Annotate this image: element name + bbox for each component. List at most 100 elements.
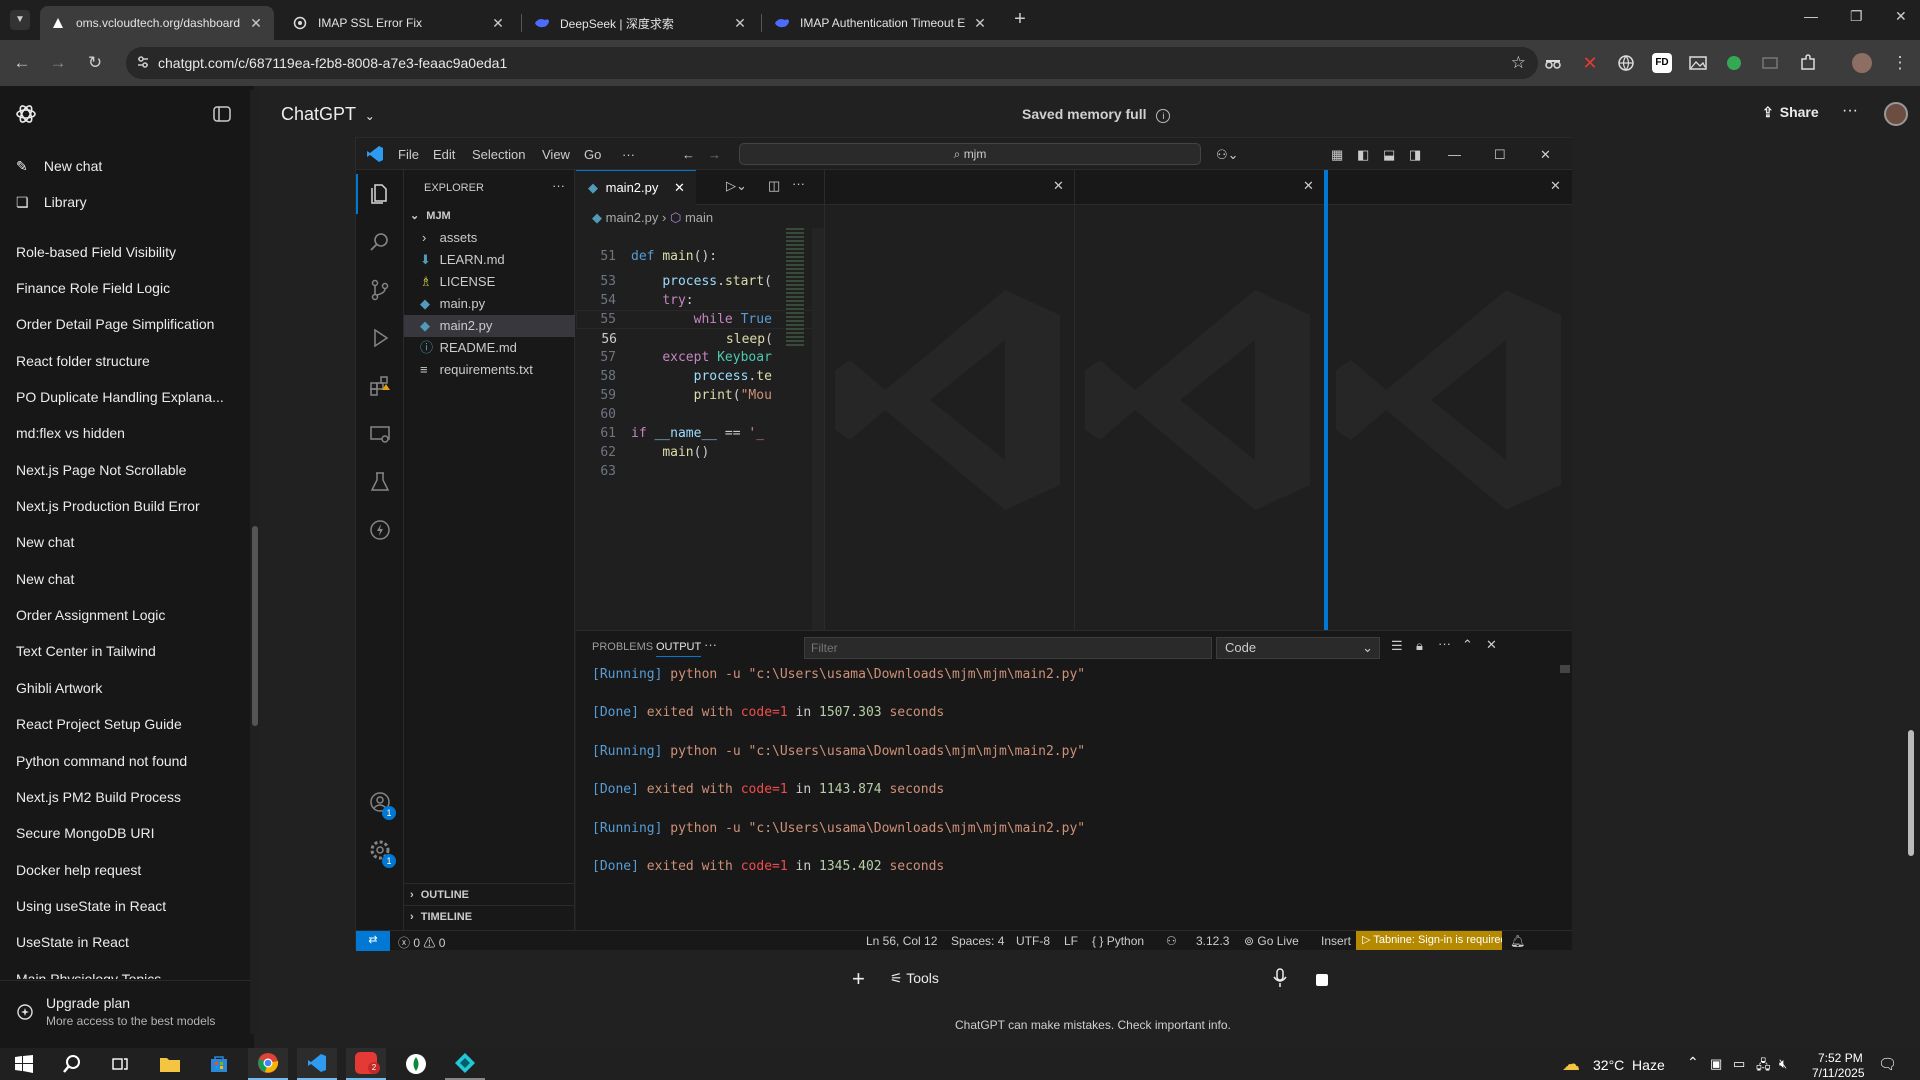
output-filter-input[interactable]	[804, 637, 1212, 659]
restore-icon[interactable]: ❐	[1850, 8, 1863, 25]
minimap[interactable]	[786, 228, 804, 348]
close-group-icon[interactable]: ✕	[1303, 178, 1314, 194]
menu-file[interactable]: File	[398, 147, 419, 162]
run-debug-icon[interactable]	[368, 326, 392, 350]
testing-icon[interactable]	[368, 470, 392, 494]
explorer-icon[interactable]	[368, 182, 392, 206]
chrome-menu-icon[interactable]: ⋮	[1890, 53, 1910, 73]
word-wrap-icon[interactable]: ☰	[1391, 638, 1403, 654]
remote-explorer-icon[interactable]	[368, 422, 392, 446]
maximize-panel-icon[interactable]: ⌃	[1462, 637, 1473, 653]
copilot-icon[interactable]: ⚇⌄	[1216, 147, 1239, 163]
image-ext-icon[interactable]	[1688, 53, 1708, 73]
weather-text[interactable]: 32°C Haze	[1593, 1057, 1665, 1073]
bookmark-star-icon[interactable]: ☆	[1511, 53, 1526, 73]
close-red-ext-icon[interactable]: ✕	[1580, 53, 1600, 73]
close-panel-icon[interactable]: ✕	[1486, 637, 1497, 653]
globe-ext-icon[interactable]	[1616, 53, 1636, 73]
history-item[interactable]: New chat	[16, 534, 226, 550]
close-group-icon[interactable]: ✕	[1550, 178, 1561, 194]
close-icon[interactable]: ✕	[490, 15, 506, 32]
new-tab-button[interactable]: +	[1008, 8, 1032, 32]
minimize-icon[interactable]: —	[1448, 147, 1461, 162]
toggle-sidebar-icon[interactable]: ◧	[1357, 147, 1369, 163]
history-item[interactable]: React folder structure	[16, 353, 226, 369]
explorer-more-icon[interactable]: ···	[552, 178, 565, 193]
task-view-button[interactable]	[100, 1048, 140, 1080]
folder-root[interactable]: ⌄ MJM	[404, 205, 575, 227]
browser-tab-oms[interactable]: oms.vcloudtech.org/dashboard ✕	[40, 6, 274, 40]
diamond-app-button[interactable]	[445, 1048, 485, 1080]
lightning-icon[interactable]	[368, 518, 392, 542]
cast-ext-icon[interactable]	[1760, 53, 1780, 73]
outline-section[interactable]: › OUTLINE	[404, 883, 575, 905]
output-channel-select[interactable]: Code ⌄	[1216, 637, 1380, 659]
tree-file-learn[interactable]: ⬇ LEARN.md	[404, 249, 575, 271]
go-live-button[interactable]: ⊚ Go Live	[1244, 934, 1299, 948]
history-item[interactable]: Main Physiology Topics	[16, 971, 226, 979]
copilot-status-icon[interactable]: ⚇	[1166, 934, 1177, 948]
browser-tab-imap-ssl[interactable]: IMAP SSL Error Fix ✕	[282, 6, 516, 40]
profile-avatar[interactable]	[1852, 53, 1872, 73]
panel-more-icon[interactable]: ···	[704, 637, 717, 652]
history-item[interactable]: Text Center in Tailwind	[16, 643, 226, 659]
browser-tab-deepseek[interactable]: DeepSeek | 深度求索 ✕	[524, 6, 758, 40]
vscode-button[interactable]	[297, 1048, 337, 1080]
more-options-icon[interactable]: ···	[1842, 102, 1858, 120]
nav-back-icon[interactable]: ←	[682, 147, 695, 162]
fd-ext-icon[interactable]: FD	[1652, 53, 1672, 73]
clock-date[interactable]: 7/11/2025	[1812, 1066, 1865, 1080]
history-item[interactable]: React Project Setup Guide	[16, 716, 226, 732]
search-icon[interactable]	[368, 230, 392, 254]
upgrade-plan-button[interactable]: Upgrade plan More access to the best mod…	[0, 980, 250, 1048]
store-button[interactable]	[199, 1048, 239, 1080]
extensions-icon[interactable]	[368, 374, 392, 398]
run-python-icon[interactable]: ▷⌄	[726, 178, 747, 194]
address-bar[interactable]: chatgpt.com/c/687119ea-f2b8-8008-a7e3-fe…	[126, 47, 1538, 79]
menu-more[interactable]: ···	[622, 147, 635, 162]
openai-logo-icon[interactable]	[14, 102, 38, 126]
tools-button[interactable]: ⚟ Tools	[890, 970, 939, 987]
language-mode[interactable]: { } Python	[1092, 934, 1144, 948]
puzzle-extensions-icon[interactable]	[1798, 53, 1818, 73]
split-editor-icon[interactable]: ◫	[768, 178, 780, 194]
sidebar-scrollbar-thumb[interactable]	[252, 526, 258, 726]
history-item[interactable]: Using useState in React	[16, 898, 226, 914]
insert-mode[interactable]: Insert	[1321, 934, 1351, 948]
history-item[interactable]: UseState in React	[16, 934, 226, 950]
history-item[interactable]: New chat	[16, 571, 226, 587]
browser-tab-imap-auth[interactable]: IMAP Authentication Timeout E ✕	[764, 6, 998, 40]
encoding[interactable]: UTF-8	[1016, 934, 1050, 948]
cursor-position[interactable]: Ln 56, Col 12	[866, 934, 937, 948]
history-item[interactable]: PO Duplicate Handling Explana...	[16, 389, 226, 405]
history-item[interactable]: Ghibli Artwork	[16, 680, 226, 696]
panel-tab-output[interactable]: OUTPUT	[656, 641, 702, 657]
editor-scrollbar[interactable]	[812, 228, 824, 630]
chrome-button[interactable]	[248, 1048, 288, 1080]
green-ext-icon[interactable]	[1724, 53, 1744, 73]
file-explorer-button[interactable]	[150, 1048, 190, 1080]
source-control-icon[interactable]	[368, 278, 392, 302]
incognito-ext-icon[interactable]	[1543, 53, 1563, 73]
new-chat-button[interactable]: ✎ New chat	[16, 158, 102, 175]
tree-file-requirements[interactable]: ≡ requirements.txt	[404, 359, 575, 381]
history-item[interactable]: Secure MongoDB URI	[16, 825, 226, 841]
problems-indicator[interactable]: ⓧ 0 ⚠ 0	[398, 934, 445, 951]
tab-search-button[interactable]: ▼	[10, 10, 30, 30]
remote-indicator[interactable]: ⇄	[356, 931, 390, 951]
lock-scroll-icon[interactable]: 🔒︎	[1416, 638, 1423, 654]
history-item[interactable]: Next.js Page Not Scrollable	[16, 462, 226, 478]
stop-generating-button[interactable]	[1304, 962, 1340, 998]
start-button[interactable]	[4, 1048, 44, 1080]
menu-go[interactable]: Go	[584, 147, 601, 162]
menu-selection[interactable]: Selection	[472, 147, 525, 162]
memory-status[interactable]: Saved memory full i	[1022, 106, 1171, 123]
tray-chevron-icon[interactable]: ⌃	[1687, 1054, 1699, 1071]
tree-folder-assets[interactable]: › assets	[404, 227, 575, 249]
minimize-icon[interactable]: —	[1804, 8, 1818, 24]
attach-button[interactable]: +	[852, 966, 865, 992]
tree-file-main2[interactable]: ◆ main2.py	[404, 315, 575, 337]
notification-center-icon[interactable]: 🗨︎	[1878, 1055, 1897, 1073]
reload-icon[interactable]: ↻	[85, 53, 105, 73]
history-item[interactable]: Order Assignment Logic	[16, 607, 226, 623]
